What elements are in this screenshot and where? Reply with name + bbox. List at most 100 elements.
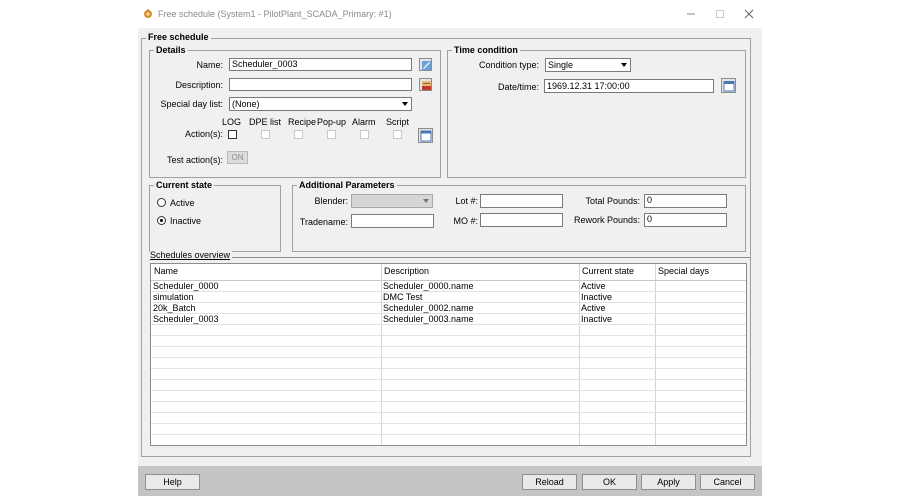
- condition-type-label: Condition type:: [478, 60, 539, 70]
- column-header-name[interactable]: Name: [151, 264, 381, 281]
- gear-app-icon: [144, 9, 152, 18]
- close-icon[interactable]: [741, 6, 757, 22]
- overview-label: Schedules overview: [150, 250, 233, 260]
- name-edit-button[interactable]: [419, 58, 432, 71]
- cell-description: DMC Test: [383, 292, 423, 302]
- time-condition-legend: Time condition: [452, 45, 520, 55]
- action-script-checkbox: [393, 130, 402, 139]
- inactive-radio-label: Inactive: [170, 216, 202, 226]
- total-pounds-input[interactable]: 0: [644, 194, 727, 208]
- details-legend: Details: [154, 45, 188, 55]
- lot-input[interactable]: [480, 194, 563, 208]
- test-actions-label: Test action(s):: [166, 155, 223, 165]
- inactive-radio[interactable]: [157, 216, 166, 225]
- total-pounds-label: Total Pounds:: [585, 196, 640, 206]
- chevron-down-icon: [621, 63, 627, 67]
- description-input[interactable]: [229, 78, 412, 91]
- test-on-button: ON: [227, 151, 248, 164]
- row-gridline: [151, 445, 746, 446]
- action-col-script: Script: [386, 117, 410, 127]
- additional-parameters-legend: Additional Parameters: [297, 180, 397, 190]
- action-log-checkbox[interactable]: [228, 130, 237, 139]
- name-input[interactable]: Scheduler_0003: [229, 58, 412, 71]
- action-col-recipe: Recipe: [288, 117, 317, 127]
- row-gridline: [151, 434, 746, 435]
- condition-type-select[interactable]: Single: [545, 58, 631, 72]
- row-gridline: [151, 324, 746, 325]
- chevron-down-icon: [402, 102, 408, 106]
- special-day-label: Special day list:: [160, 99, 223, 109]
- ok-button[interactable]: OK: [582, 474, 637, 490]
- special-day-value: (None): [232, 99, 260, 109]
- datetime-input[interactable]: 1969.12.31 17:00:00: [544, 79, 714, 93]
- maximize-icon[interactable]: [712, 6, 728, 22]
- overview-separator: [150, 257, 750, 258]
- free-schedule-legend: Free schedule: [146, 32, 211, 42]
- row-gridline: [151, 412, 746, 413]
- window-title: Free schedule (System1 - PilotPlant_SCAD…: [158, 9, 392, 19]
- cancel-button[interactable]: Cancel: [700, 474, 755, 490]
- name-label: Name:: [196, 60, 223, 70]
- row-gridline: [151, 379, 746, 380]
- cell-state: Active: [581, 303, 606, 313]
- actions-config-button[interactable]: [418, 128, 433, 143]
- row-gridline: [151, 423, 746, 424]
- current-state-legend: Current state: [154, 180, 215, 190]
- tradename-input[interactable]: [351, 214, 434, 228]
- row-gridline: [151, 390, 746, 391]
- schedules-overview-table[interactable]: Name Description Current state Special d…: [150, 263, 747, 446]
- column-header-description[interactable]: Description: [381, 264, 579, 281]
- mo-label: MO #:: [453, 216, 478, 226]
- cell-state: Inactive: [581, 292, 613, 302]
- cell-name: 20k_Batch: [153, 303, 196, 313]
- blender-select[interactable]: [351, 194, 433, 208]
- cell-description: Scheduler_0003.name: [383, 314, 474, 324]
- actions-label: Action(s):: [184, 129, 223, 139]
- row-gridline: [151, 335, 746, 336]
- calendar-button[interactable]: [721, 78, 736, 93]
- blender-label: Blender:: [314, 196, 348, 206]
- action-popup-checkbox: [327, 130, 336, 139]
- translate-icon: [422, 81, 431, 90]
- cell-state: Inactive: [581, 314, 613, 324]
- active-radio[interactable]: [157, 198, 166, 207]
- row-gridline: [151, 401, 746, 402]
- window-icon: [420, 130, 432, 142]
- column-header-special-days[interactable]: Special days: [655, 264, 745, 281]
- description-edit-button[interactable]: [419, 78, 432, 91]
- tradename-label: Tradename:: [299, 217, 348, 227]
- cell-description: Scheduler_0000.name: [383, 281, 474, 291]
- row-gridline: [151, 346, 746, 347]
- current-state-frame: [149, 185, 281, 252]
- cell-state: Active: [581, 281, 606, 291]
- cell-name: Scheduler_0003: [153, 314, 219, 324]
- reload-button[interactable]: Reload: [522, 474, 577, 490]
- minimize-icon[interactable]: [683, 6, 699, 22]
- row-gridline: [151, 357, 746, 358]
- lot-label: Lot #:: [455, 196, 478, 206]
- radio-selected-dot: [160, 219, 163, 222]
- special-day-select[interactable]: (None): [229, 97, 412, 111]
- mo-input[interactable]: [480, 213, 563, 227]
- title-bar: Free schedule (System1 - PilotPlant_SCAD…: [138, 0, 762, 28]
- cell-description: Scheduler_0002.name: [383, 303, 474, 313]
- help-button[interactable]: Help: [145, 474, 200, 490]
- description-label: Description:: [175, 80, 223, 90]
- row-gridline: [151, 368, 746, 369]
- edit-icon: [422, 61, 431, 70]
- rework-pounds-input[interactable]: 0: [644, 213, 727, 227]
- apply-button[interactable]: Apply: [641, 474, 696, 490]
- action-col-alarm: Alarm: [352, 117, 376, 127]
- active-radio-label: Active: [170, 198, 195, 208]
- action-dpe-list-checkbox: [261, 130, 270, 139]
- cell-name: simulation: [153, 292, 194, 302]
- action-alarm-checkbox: [360, 130, 369, 139]
- row-gridline: [151, 291, 746, 292]
- column-header-current-state[interactable]: Current state: [579, 264, 655, 281]
- chevron-down-icon: [423, 199, 429, 203]
- datetime-label: Date/time:: [497, 82, 539, 92]
- action-col-log: LOG: [222, 117, 242, 127]
- action-col-dpe-list: DPE list: [249, 117, 282, 127]
- action-recipe-checkbox: [294, 130, 303, 139]
- cell-name: Scheduler_0000: [153, 281, 219, 291]
